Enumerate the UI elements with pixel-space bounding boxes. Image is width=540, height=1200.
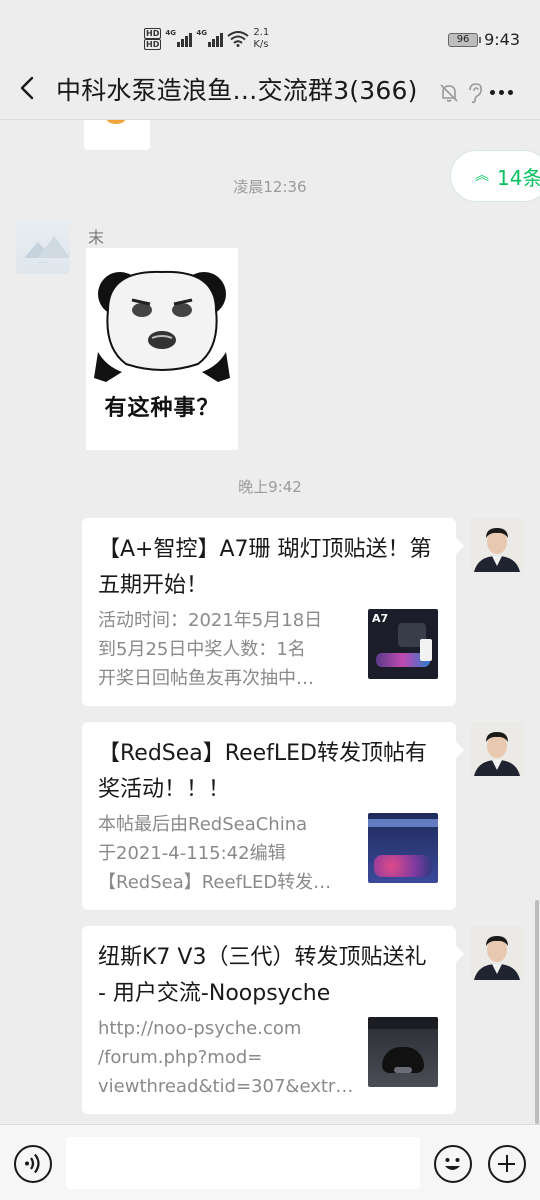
person-avatar-icon xyxy=(470,518,524,572)
more-icon[interactable] xyxy=(490,84,516,100)
signal-icon-2: 4G xyxy=(196,29,224,47)
status-indicators: HD HD 4G 4G 2.1 K/s xyxy=(144,24,269,54)
avatar[interactable] xyxy=(470,722,524,776)
link-card[interactable]: 【A+智控】A7珊 瑚灯顶贴送！第五期开始！ 活动时间：2021年5月18日 到… xyxy=(82,518,464,706)
card-title: 【A+智控】A7珊 瑚灯顶贴送！第五期开始！ xyxy=(98,537,432,598)
card-title: 纽斯K7 V3（三代）转发顶贴送礼 - 用户交流-Noopsyche xyxy=(98,945,427,1006)
chat-title: 中科水泵造浪鱼…交流群3(366) xyxy=(56,76,418,105)
card-thumbnail: A7 xyxy=(368,609,438,679)
person-avatar-icon xyxy=(470,926,524,980)
emoji-sticker-partial xyxy=(104,120,128,124)
hd-badge-bottom: HD xyxy=(144,39,162,50)
status-right: 96 9:43 xyxy=(448,30,520,49)
signal-icon: 4G xyxy=(165,29,193,47)
mute-bell-icon xyxy=(440,84,458,102)
card-description: http://noo-psyche.com /forum.php?mod= vi… xyxy=(98,1018,352,1097)
avatar[interactable] xyxy=(470,926,524,980)
ear-icon xyxy=(469,83,482,104)
status-bar: HD HD 4G 4G 2.1 K/s 96 9:43 xyxy=(0,0,540,56)
scrollbar[interactable] xyxy=(535,900,539,1124)
battery-icon: 96 xyxy=(448,32,482,47)
hd-badge-top: HD xyxy=(144,28,162,39)
avatar[interactable]: ····· xyxy=(16,220,70,274)
card-title: 【RedSea】ReefLED转发顶帖有奖活动！！！ xyxy=(98,741,427,802)
input-bar xyxy=(0,1124,540,1200)
previous-message-bubble[interactable] xyxy=(84,120,150,150)
network-speed: 2.1 K/s xyxy=(253,27,270,50)
person-avatar-icon xyxy=(470,722,524,776)
link-card[interactable]: 纽斯K7 V3（三代）转发顶贴送礼 - 用户交流-Noopsyche http:… xyxy=(82,926,464,1114)
panda-sticker[interactable]: 有这种事？ xyxy=(86,248,238,450)
timestamp: 晚上9:42 xyxy=(238,478,302,496)
timestamp: 凌晨12:36 xyxy=(233,178,307,196)
card-description: 活动时间：2021年5月18日 到5月25日中奖人数：1名 开奖日回帖鱼友再次抽… xyxy=(98,610,323,689)
wifi-icon xyxy=(227,31,249,47)
back-arrow-icon[interactable] xyxy=(14,74,42,102)
plus-icon[interactable] xyxy=(488,1145,526,1183)
message-input[interactable] xyxy=(66,1137,420,1189)
avatar[interactable] xyxy=(470,518,524,572)
sticker-caption: 有这种事？ xyxy=(104,396,220,421)
emoji-icon[interactable] xyxy=(434,1145,472,1183)
voice-icon[interactable] xyxy=(14,1145,52,1183)
chat-header: 中科水泵造浪鱼…交流群3(366) xyxy=(0,56,540,120)
card-description: 本帖最后由RedSeaChina 于2021-4-115:42编辑 【RedSe… xyxy=(98,814,332,893)
link-card[interactable]: 【RedSea】ReefLED转发顶帖有奖活动！！！ 本帖最后由RedSeaCh… xyxy=(82,722,464,910)
clock: 9:43 xyxy=(484,30,520,49)
card-thumbnail xyxy=(368,813,438,883)
card-thumbnail xyxy=(368,1017,438,1087)
hd-badges: HD HD xyxy=(144,28,162,50)
panda-face-icon xyxy=(94,270,230,382)
message-list[interactable]: ︽ 14条 凌晨12:36 ····· 末 有这种事？ 晚上9:42 【A+智控… xyxy=(0,120,540,1124)
sender-name: 末 xyxy=(88,228,105,247)
